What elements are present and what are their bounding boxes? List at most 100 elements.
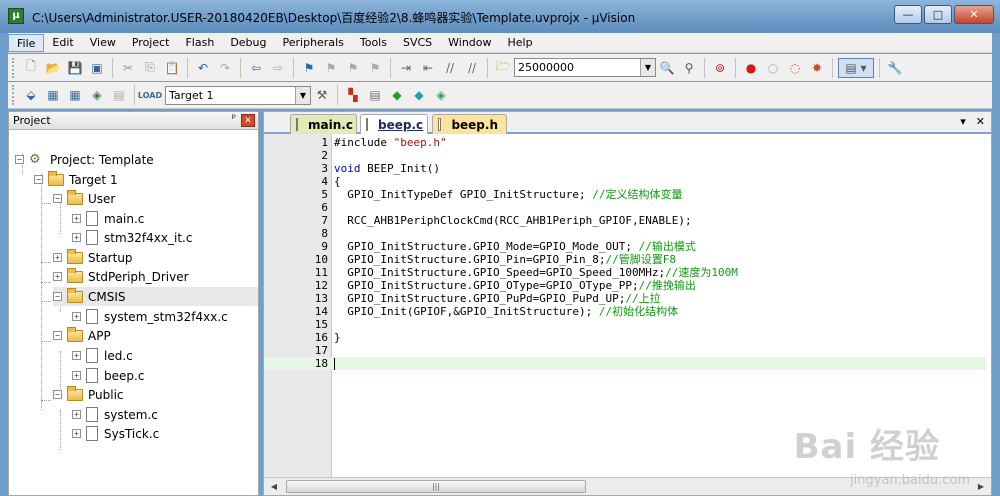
expand-icon[interactable]: + [53,272,62,281]
tree-file-led[interactable]: + led.c [72,346,133,365]
tree-group-user[interactable]: − User [53,189,115,208]
expand-icon[interactable]: + [72,351,81,360]
stop-build-icon[interactable]: ▤ [109,85,129,105]
collapse-icon[interactable]: − [53,390,62,399]
redo-icon[interactable]: ↷ [215,58,235,78]
tree-target[interactable]: − Target 1 [34,170,118,189]
rebuild-icon[interactable]: ▦ [65,85,85,105]
tree-file-beep[interactable]: + beep.c [72,366,144,385]
breakpoint-kill-all-icon[interactable]: ✸ [807,58,827,78]
toolbar-grip[interactable] [12,57,16,78]
menu-view[interactable]: View [82,34,124,52]
pin-icon[interactable]: ᵖ [232,113,236,124]
code-line[interactable]: 11 GPIO_InitStructure.GPIO_Speed=GPIO_Sp… [264,266,986,279]
bookmark-clear-icon[interactable]: ⚑ [365,58,385,78]
toolbar-grip[interactable] [12,85,16,105]
new-file-icon[interactable]: 🗋 [21,58,41,78]
code-line[interactable]: 7 RCC_AHB1PeriphClockCmd(RCC_AHB1Periph_… [264,214,986,227]
code-line[interactable]: 10 GPIO_InitStructure.GPIO_Pin=GPIO_Pin_… [264,253,986,266]
expand-icon[interactable]: + [72,429,81,438]
tab-main-c[interactable]: main.c [290,114,357,134]
configure-icon[interactable]: 🔧 [885,58,905,78]
breakpoint-disable-all-icon[interactable]: ◌ [785,58,805,78]
collapse-icon[interactable]: − [34,175,43,184]
code-line[interactable]: 1 #include "beep.h" [264,136,986,149]
code-line[interactable]: 5 GPIO_InitTypeDef GPIO_InitStructure; /… [264,188,986,201]
menu-peripherals[interactable]: Peripherals [275,34,352,52]
chevron-down-icon[interactable]: ▼ [295,86,310,104]
menu-window[interactable]: Window [440,34,499,52]
scroll-left-icon[interactable]: ◀ [266,479,282,494]
code-line[interactable]: 4{ [264,175,986,188]
code-line[interactable]: 3 void BEEP_Init() [264,162,986,175]
copy-icon[interactable]: ⎘ [140,58,160,78]
find-in-files-icon[interactable]: 🗁 [493,58,513,78]
manage-components-icon[interactable]: ▚ [343,85,363,105]
breakpoint-icon[interactable]: ● [741,58,761,78]
target-combo[interactable]: Target 1 ▼ [165,85,311,105]
comment-icon[interactable]: // [440,58,460,78]
nav-forward-icon[interactable]: ⇨ [268,58,288,78]
close-tab-icon[interactable]: ✕ [976,115,985,128]
paste-icon[interactable]: 📋 [162,58,182,78]
close-button[interactable]: ✕ [954,5,994,24]
tab-beep-c[interactable]: beep.c [360,114,428,134]
code-line[interactable]: 6 [264,201,986,214]
maximize-button[interactable]: □ [924,5,952,24]
expand-icon[interactable]: + [72,233,81,242]
scroll-right-icon[interactable]: ▶ [973,479,989,494]
code-line[interactable]: 2 [264,149,986,162]
code-line[interactable]: 15 [264,318,986,331]
load-download-icon[interactable]: LOAD [138,85,162,105]
minimize-button[interactable]: — [894,5,922,24]
tree-group-cmsis[interactable]: − CMSIS [53,287,258,306]
chevron-down-icon[interactable]: ▼ [640,59,655,76]
open-file-icon[interactable]: 📂 [43,58,63,78]
tree-file-system[interactable]: + system.c [72,405,158,424]
code-line[interactable]: 18 [264,357,986,370]
expand-icon[interactable]: + [72,312,81,321]
menu-help[interactable]: Help [500,34,541,52]
expand-icon[interactable]: + [72,410,81,419]
tree-group-public[interactable]: − Public [53,385,124,404]
bookmark-icon[interactable]: ⚑ [299,58,319,78]
unindent-icon[interactable]: ⇤ [418,58,438,78]
menu-flash[interactable]: Flash [177,34,222,52]
debug-session-icon[interactable]: ⊚ [710,58,730,78]
collapse-icon[interactable]: − [53,331,62,340]
menu-svcs[interactable]: SVCS [395,34,440,52]
code-line[interactable]: 17 [264,344,986,357]
code-line[interactable]: 14 GPIO_Init(GPIOF,&GPIO_InitStructure);… [264,305,986,318]
bookmark-prev-icon[interactable]: ⚑ [321,58,341,78]
save-icon[interactable]: 💾 [65,58,85,78]
tree-group-app[interactable]: − APP [53,326,111,345]
menu-file[interactable]: File [8,33,45,52]
tab-list-icon[interactable]: ▾ [960,115,966,128]
menu-project[interactable]: Project [124,34,178,52]
cut-icon[interactable]: ✂ [118,58,138,78]
breakpoint-disable-icon[interactable]: ○ [763,58,783,78]
code-line[interactable]: 9 GPIO_InitStructure.GPIO_Mode=GPIO_Mode… [264,240,986,253]
collapse-icon[interactable]: − [53,292,62,301]
window-layout-icon[interactable]: ▤ ▾ [838,57,874,78]
close-icon[interactable]: ✕ [241,114,255,127]
expand-icon[interactable]: + [72,371,81,380]
tree-file-main[interactable]: + main.c [72,209,144,228]
code-line[interactable]: 12 GPIO_InitStructure.GPIO_OType=GPIO_OT… [264,279,986,292]
collapse-icon[interactable]: − [15,155,24,164]
code-line[interactable]: 13 GPIO_InitStructure.GPIO_PuPd=GPIO_PuP… [264,292,986,305]
run-time-environment-icon[interactable]: ◆ [409,85,429,105]
code-line[interactable]: 8 [264,227,986,240]
target-options-icon[interactable]: ⚒ [312,85,332,105]
indent-icon[interactable]: ⇥ [396,58,416,78]
find-icon[interactable]: 🔍 [657,58,677,78]
uncomment-icon[interactable]: // [462,58,482,78]
incremental-find-icon[interactable]: ⚲ [679,58,699,78]
tree-file-systick[interactable]: + SysTick.c [72,424,159,443]
menu-edit[interactable]: Edit [44,34,81,52]
collapse-icon[interactable]: − [53,194,62,203]
undo-icon[interactable]: ↶ [193,58,213,78]
pack-installer-icon[interactable]: ◈ [431,85,451,105]
tree-project-root[interactable]: − ⚙ Project: Template [15,150,154,169]
code-line[interactable]: 16} [264,331,986,344]
